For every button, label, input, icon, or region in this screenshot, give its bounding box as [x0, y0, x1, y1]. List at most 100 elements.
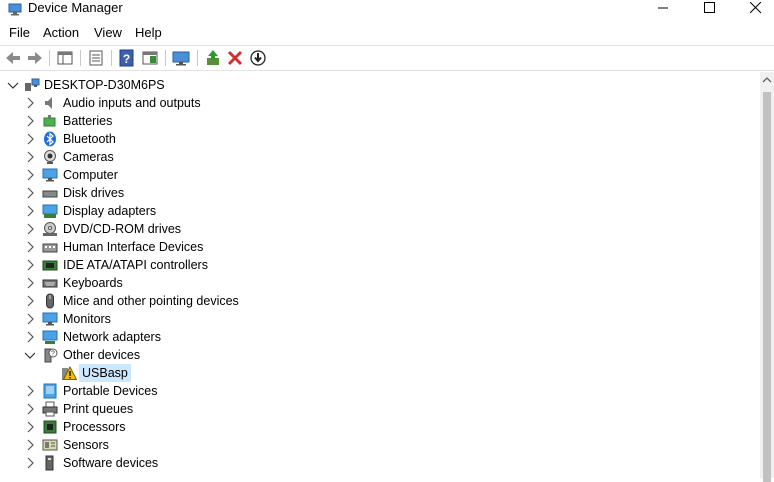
- tree-item-sensors[interactable]: Sensors: [0, 436, 760, 454]
- tree-item-label: Bluetooth: [63, 132, 116, 146]
- tree-item-label: Monitors: [63, 312, 111, 326]
- processor-icon: [43, 420, 57, 434]
- tree-item-mice[interactable]: Mice and other pointing devices: [0, 292, 760, 310]
- chevron-right-icon[interactable]: [22, 419, 38, 435]
- tree-item-label: Display adapters: [63, 204, 157, 218]
- tree-item-label: USBasp: [79, 364, 131, 382]
- toolbar: ?: [0, 45, 774, 71]
- keyboard-icon: [42, 279, 58, 288]
- hid-icon: [42, 243, 58, 253]
- scrollbar-thumb[interactable]: [763, 92, 771, 482]
- monitor-icon: [42, 312, 58, 326]
- tree-item-label: Portable Devices: [63, 384, 158, 398]
- tree-item-batteries[interactable]: Batteries: [0, 112, 760, 130]
- chevron-down-icon[interactable]: [22, 347, 38, 363]
- chevron-right-icon[interactable]: [22, 149, 38, 165]
- chevron-right-icon[interactable]: [22, 221, 38, 237]
- chevron-right-icon[interactable]: [22, 383, 38, 399]
- tree-item-label: Other devices: [63, 348, 141, 362]
- chevron-right-icon[interactable]: [22, 131, 38, 147]
- tree-item-computer[interactable]: Computer: [0, 166, 760, 184]
- tree-item-label: Processors: [63, 420, 126, 434]
- monitor-icon: [42, 168, 58, 182]
- chevron-right-icon[interactable]: [22, 257, 38, 273]
- tree-item-software-devices[interactable]: Software devices: [0, 454, 760, 472]
- maximize-button[interactable]: [690, 0, 730, 18]
- toolbar-separator: [165, 50, 166, 66]
- tree-item-cameras[interactable]: Cameras: [0, 148, 760, 166]
- close-icon: [750, 2, 762, 14]
- chevron-right-icon[interactable]: [22, 329, 38, 345]
- tree-item-usbasp[interactable]: USBasp: [0, 364, 760, 382]
- chevron-right-icon[interactable]: [22, 239, 38, 255]
- menu-action[interactable]: Action: [43, 25, 79, 41]
- menu-file[interactable]: File: [9, 25, 30, 41]
- tree-item-display-adapters[interactable]: Display adapters: [0, 202, 760, 220]
- tree-item-label: Batteries: [63, 114, 113, 128]
- help-icon[interactable]: ?: [117, 48, 137, 68]
- speaker-icon: [45, 97, 52, 109]
- tree-root-label: DESKTOP-D30M6PS: [44, 78, 165, 92]
- printer-icon: [42, 401, 58, 417]
- tree-item-network-adapters[interactable]: Network adapters: [0, 328, 760, 346]
- tree-item-disk-drives[interactable]: Disk drives: [0, 184, 760, 202]
- svg-text:?: ?: [51, 351, 55, 358]
- menu-view[interactable]: View: [94, 25, 122, 41]
- chevron-right-icon[interactable]: [22, 275, 38, 291]
- chevron-right-icon[interactable]: [22, 311, 38, 327]
- dvd-drive-icon: [43, 222, 57, 236]
- download-icon[interactable]: [248, 48, 268, 68]
- close-button[interactable]: [736, 0, 774, 18]
- action-pane-icon[interactable]: [140, 48, 160, 68]
- update-driver-icon[interactable]: [203, 48, 223, 68]
- camera-icon: [44, 150, 56, 164]
- chevron-right-icon[interactable]: [22, 401, 38, 417]
- monitor-icon[interactable]: [171, 48, 191, 68]
- portable-device-icon: [43, 383, 57, 399]
- tree-item-label: Network adapters: [63, 330, 161, 344]
- chevron-right-icon[interactable]: [22, 95, 38, 111]
- tree-item-other-devices[interactable]: ? Other devices: [0, 346, 760, 364]
- unknown-device-icon: ?: [44, 348, 58, 363]
- menu-help[interactable]: Help: [135, 25, 162, 41]
- list-icon[interactable]: [86, 48, 106, 68]
- tree-item-bluetooth[interactable]: Bluetooth: [0, 130, 760, 148]
- chevron-right-icon[interactable]: [22, 455, 38, 471]
- network-adapter-icon: [42, 330, 58, 344]
- toolbar-separator: [80, 50, 81, 66]
- tree-item-print-queues[interactable]: Print queues: [0, 400, 760, 418]
- toolbar-separator: [197, 50, 198, 66]
- uninstall-icon[interactable]: [225, 48, 245, 68]
- forward-icon[interactable]: [25, 48, 45, 68]
- chevron-right-icon[interactable]: [22, 437, 38, 453]
- toolbar-separator: [49, 50, 50, 66]
- svg-text:?: ?: [123, 52, 130, 66]
- tree-item-dvd-drives[interactable]: DVD/CD-ROM drives: [0, 220, 760, 238]
- tree-item-monitors[interactable]: Monitors: [0, 310, 760, 328]
- warning-icon: [62, 365, 77, 380]
- tree-item-keyboards[interactable]: Keyboards: [0, 274, 760, 292]
- properties-icon[interactable]: [55, 48, 75, 68]
- scroll-up-icon[interactable]: [762, 76, 772, 84]
- chevron-down-icon[interactable]: [5, 77, 21, 93]
- chevron-right-icon[interactable]: [22, 293, 38, 309]
- title-bar: Device Manager: [0, 0, 774, 20]
- tree-item-processors[interactable]: Processors: [0, 418, 760, 436]
- tree-item-label: Audio inputs and outputs: [63, 96, 201, 110]
- back-icon[interactable]: [3, 48, 23, 68]
- maximize-icon: [704, 2, 715, 13]
- vertical-scrollbar[interactable]: [760, 72, 774, 482]
- chevron-right-icon[interactable]: [22, 185, 38, 201]
- chevron-right-icon[interactable]: [22, 167, 38, 183]
- minimize-button[interactable]: [644, 0, 684, 18]
- chevron-right-icon[interactable]: [22, 203, 38, 219]
- tree-item-audio[interactable]: Audio inputs and outputs: [0, 94, 760, 112]
- tree-root[interactable]: DESKTOP-D30M6PS: [0, 76, 760, 94]
- tree-item-portable-devices[interactable]: Portable Devices: [0, 382, 760, 400]
- tree-item-label: Software devices: [63, 456, 159, 470]
- battery-icon: [43, 115, 56, 127]
- chevron-right-icon[interactable]: [22, 113, 38, 129]
- tree-item-ide-controllers[interactable]: IDE ATA/ATAPI controllers: [0, 256, 760, 274]
- tree-item-hid[interactable]: Human Interface Devices: [0, 238, 760, 256]
- window-title: Device Manager: [28, 0, 123, 15]
